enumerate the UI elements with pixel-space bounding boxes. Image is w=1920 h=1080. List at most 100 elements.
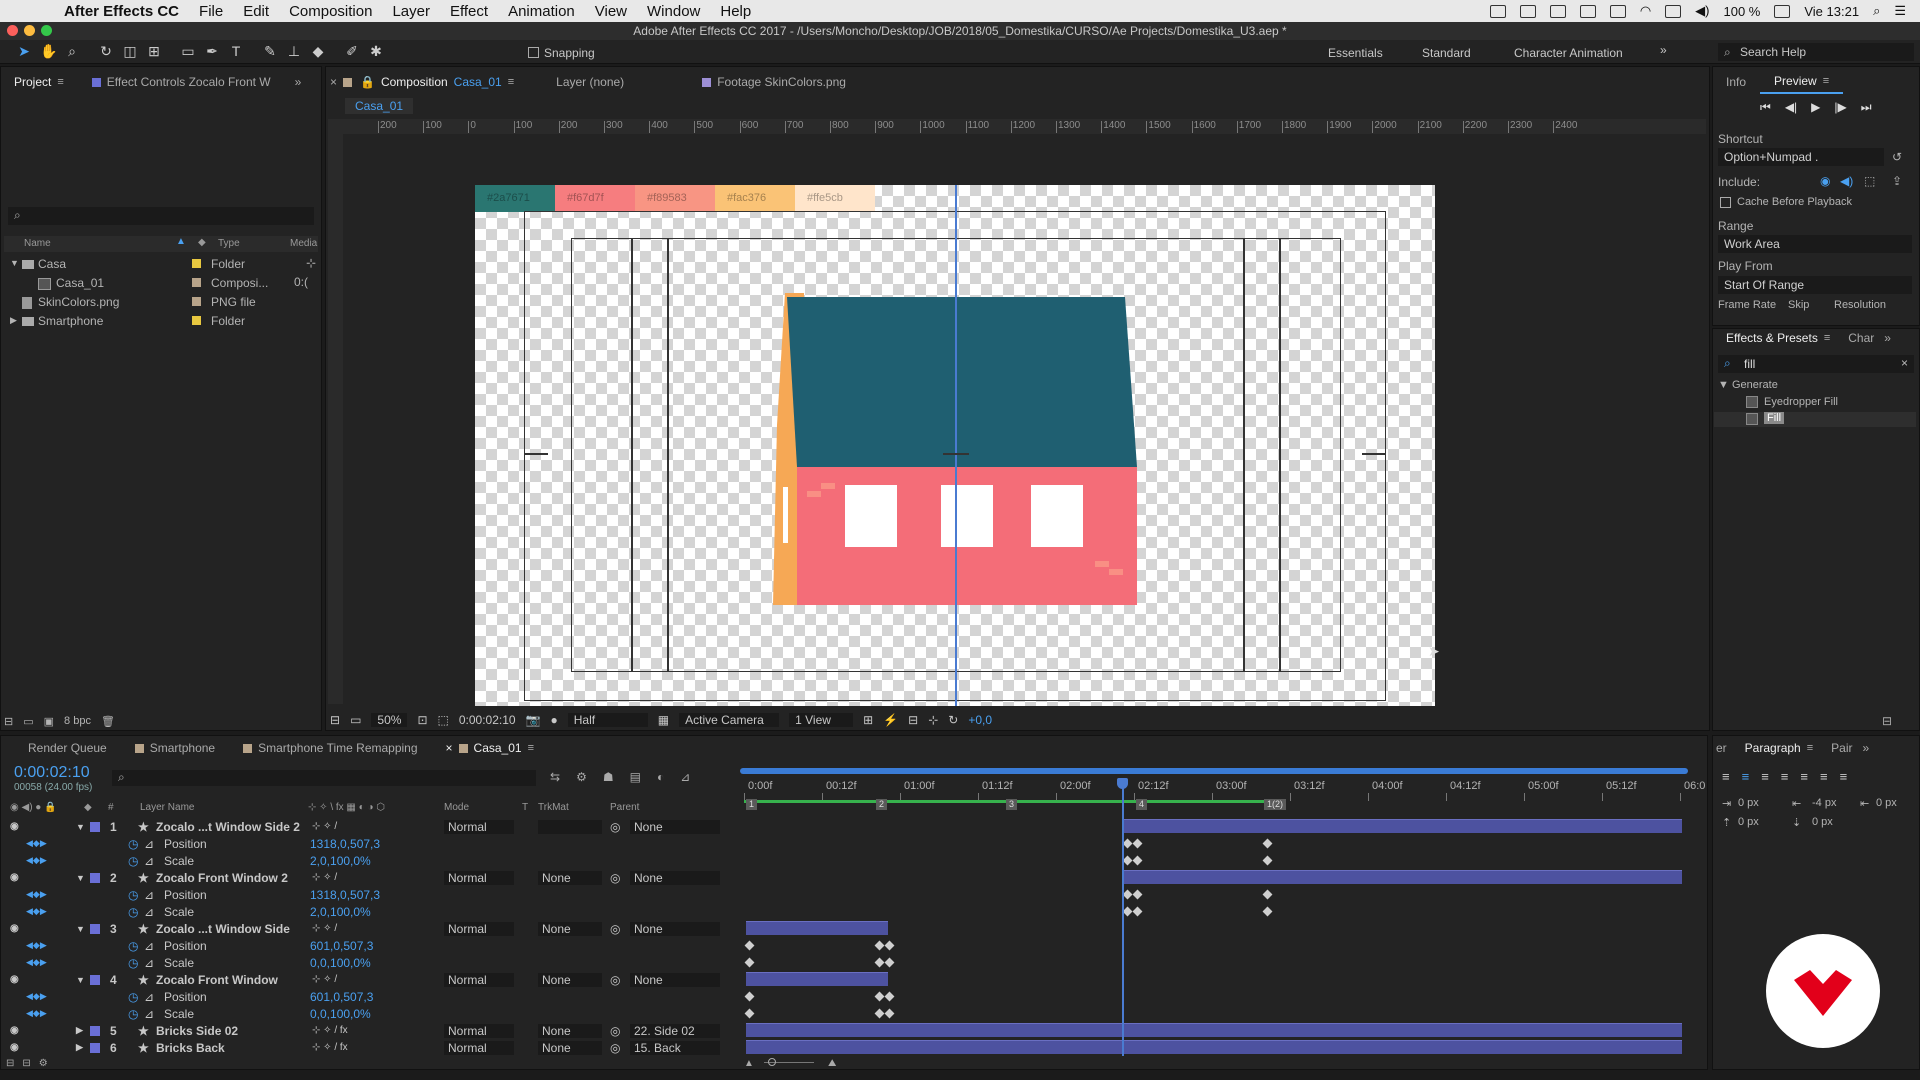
align-left-icon[interactable]: ≡ [1722,769,1730,784]
layer-switches[interactable]: ⊹ ✧ / fx [312,1025,348,1036]
app-menu[interactable]: After Effects CC [64,3,179,20]
timeline-property-row[interactable]: ◀◆▶ ◷ ⊿ Position 601,0,507,3 [4,937,744,954]
pen-tool-icon[interactable]: ✒ [204,43,220,59]
next-frame-icon[interactable]: |▶ [1834,100,1846,115]
property-value[interactable]: 2,0,100,0% [310,854,371,868]
layer-name[interactable]: Zocalo ...t Window Side [156,922,306,936]
current-time-display[interactable]: 0:00:02:10 [459,713,516,727]
timeline-property-row[interactable]: ◀◆▶ ◷ ⊿ Scale 2,0,100,0% [4,903,744,920]
stopwatch-icon[interactable]: ◷ [128,956,138,970]
workspace-standard[interactable]: Standard [1422,46,1471,60]
camera-dropdown[interactable]: Active Camera [679,713,780,727]
stopwatch-icon[interactable]: ◷ [128,1007,138,1021]
graph-icon[interactable]: ⊿ [144,939,154,953]
visibility-eye-icon[interactable]: ◉ [10,1042,19,1053]
spotlight-icon[interactable]: ⌕ [1873,3,1880,19]
search-help-field[interactable]: ⌕ Search Help [1718,43,1914,61]
tab-character[interactable]: Char [1844,326,1878,350]
graph-editor-icon[interactable]: ⊿ [680,770,690,784]
audio-include-icon[interactable]: ◀) [1840,174,1853,188]
layer-switches[interactable]: ⊹ ✧ / fx [312,1042,348,1053]
motion-blur-icon[interactable]: ◐ [657,770,664,784]
tab-render-queue[interactable]: Render Queue [14,736,121,760]
timeline-search-input[interactable]: ⌕ [112,770,536,786]
menu-file[interactable]: File [199,3,223,20]
pick-whip-icon[interactable]: ◎ [610,1041,620,1055]
workspace-character-animation[interactable]: Character Animation [1514,46,1623,60]
monitor-icon[interactable]: ▭ [350,713,361,727]
timeline-icon[interactable]: ⊟ [908,713,918,727]
tab-effect-controls[interactable]: Effect Controls Zocalo Front W [78,70,285,94]
panel-menu-icon[interactable]: ≡ [1807,742,1813,754]
video-include-icon[interactable]: ◉ [1820,174,1830,188]
layer-duration-bar[interactable] [746,1040,1682,1054]
keyframe-navigator-icon[interactable]: ◀◆▶ [26,1008,47,1019]
label-column-icon[interactable]: ◆ [84,802,92,813]
overlays-include-icon[interactable]: ⬚ [1864,174,1875,188]
zoom-in-icon[interactable]: ⛰ [828,1058,836,1069]
layer-name[interactable]: Zocalo Front Window [156,973,306,987]
track-matte-dropdown[interactable] [538,819,602,834]
menu-effect[interactable]: Effect [450,3,488,20]
layer-switches[interactable]: ⊹ ✧ / [312,821,337,832]
property-value[interactable]: 2,0,100,0% [310,905,371,919]
layer-name[interactable]: Zocalo Front Window 2 [156,871,306,885]
track-matte-dropdown[interactable]: None [538,1023,602,1038]
parent-dropdown[interactable]: None [630,972,720,987]
graph-icon[interactable]: ⊿ [144,837,154,851]
align-right-icon[interactable]: ≡ [1761,769,1769,784]
panel-menu-icon[interactable]: ≡ [528,742,534,754]
menu-edit[interactable]: Edit [243,3,269,20]
parent-dropdown[interactable]: 15. Back [630,1040,720,1055]
keyframe-navigator-icon[interactable]: ◀◆▶ [26,838,47,849]
workspace-essentials[interactable]: Essentials [1328,46,1383,60]
timeline-layer-row[interactable]: ◉ ▼ 2 ★ Zocalo Front Window 2 ⊹ ✧ / Normal Non… [4,869,744,886]
type-tool-icon[interactable]: T [228,43,244,59]
track-matte-dropdown[interactable]: None [538,921,602,936]
layer-duration-bar[interactable] [1124,870,1682,884]
property-value[interactable]: 601,0,507,3 [310,990,373,1004]
column-number[interactable]: # [108,802,114,813]
menu-window[interactable]: Window [647,3,700,20]
property-value[interactable]: 601,0,507,3 [310,939,373,953]
parent-dropdown[interactable]: None [630,870,720,885]
list-item[interactable]: Casa_01 Composi... 0:( [4,273,318,292]
blend-mode-dropdown[interactable]: Normal [444,819,514,834]
column-media[interactable]: Media [290,238,317,249]
region-of-interest-icon[interactable]: ⬚ [438,713,449,727]
snapping-checkbox[interactable] [528,47,539,58]
menu-help[interactable]: Help [720,3,751,20]
lock-icon[interactable]: 🔒 [360,75,375,89]
list-item[interactable]: SkinColors.png PNG file [4,292,318,311]
tab-paint[interactable]: Pair [1827,736,1856,760]
visibility-eye-icon[interactable]: ◉ [10,821,19,832]
layer-name[interactable]: Zocalo ...t Window Side 2 [156,820,306,834]
stopwatch-icon[interactable]: ◷ [128,888,138,902]
comp-breadcrumb[interactable]: Casa_01 [345,98,414,114]
timeline-property-row[interactable]: ◀◆▶ ◷ ⊿ Position 1318,0,507,3 [4,835,744,852]
camera-tool-icon[interactable]: ◫ [122,43,138,59]
visibility-eye-icon[interactable]: ◉ [10,974,19,985]
track-matte-dropdown[interactable]: None [538,1040,602,1055]
justify-all-icon[interactable]: ≡ [1840,769,1848,784]
tab-smartphone[interactable]: Smartphone [121,736,229,760]
close-tab-icon[interactable]: × [446,741,453,755]
hand-tool-icon[interactable]: ✋ [40,43,57,59]
timeline-zoom-slider[interactable]: ▲ ⛰ [744,1058,864,1069]
keyframe-navigator-icon[interactable]: ◀◆▶ [26,889,47,900]
menu-layer[interactable]: Layer [392,3,430,20]
graph-icon[interactable]: ⊿ [144,990,154,1004]
menu-view[interactable]: View [595,3,627,20]
align-center-icon[interactable]: ≡ [1742,769,1750,784]
justify-center-icon[interactable]: ≡ [1800,769,1808,784]
timeline-layer-row[interactable]: ◉ ▼ 3 ★ Zocalo ...t Window Side ⊹ ✧ / Normal N… [4,920,744,937]
panel-menu-icon[interactable]: ≡ [508,76,514,88]
display-icon[interactable] [1519,4,1536,18]
track-matte-dropdown[interactable]: None [538,870,602,885]
layer-duration-bar[interactable] [746,1023,1682,1037]
indent-left-value[interactable]: 0 px [1738,797,1759,809]
panel-overflow-icon[interactable]: » [1884,331,1891,345]
pick-whip-icon[interactable]: ◎ [610,871,620,885]
last-frame-icon[interactable]: ⏭ [1861,100,1872,115]
trash-icon[interactable]: 🗑 [101,715,115,728]
